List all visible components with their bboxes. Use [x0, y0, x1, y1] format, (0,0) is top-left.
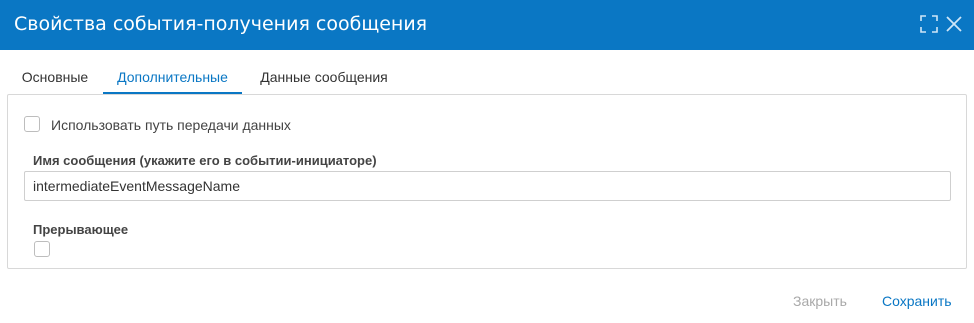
- dialog-title: Свойства события-получения сообщения: [14, 13, 428, 35]
- use-data-path-checkbox[interactable]: [24, 116, 40, 132]
- interrupting-label: Прерывающее: [33, 222, 129, 237]
- use-data-path-label[interactable]: Использовать путь передачи данных: [51, 116, 291, 134]
- message-name-label: Имя сообщения (укажите его в событии-ини…: [33, 153, 377, 168]
- properties-dialog: Свойства события-получения сообщения Осн…: [0, 0, 974, 323]
- close-icon[interactable]: [945, 15, 963, 33]
- close-button[interactable]: Закрыть: [793, 292, 847, 310]
- tab-message-data[interactable]: Данные сообщения: [248, 64, 400, 92]
- tab-main[interactable]: Основные: [8, 64, 102, 92]
- save-button[interactable]: Сохранить: [882, 292, 952, 310]
- dialog-header: Свойства события-получения сообщения: [0, 0, 974, 50]
- expand-icon[interactable]: [920, 15, 938, 33]
- tab-additional[interactable]: Дополнительные: [103, 64, 242, 94]
- interrupting-checkbox[interactable]: [34, 241, 50, 257]
- tab-content-panel: Использовать путь передачи данных Имя со…: [7, 94, 967, 269]
- message-name-input[interactable]: [24, 171, 951, 201]
